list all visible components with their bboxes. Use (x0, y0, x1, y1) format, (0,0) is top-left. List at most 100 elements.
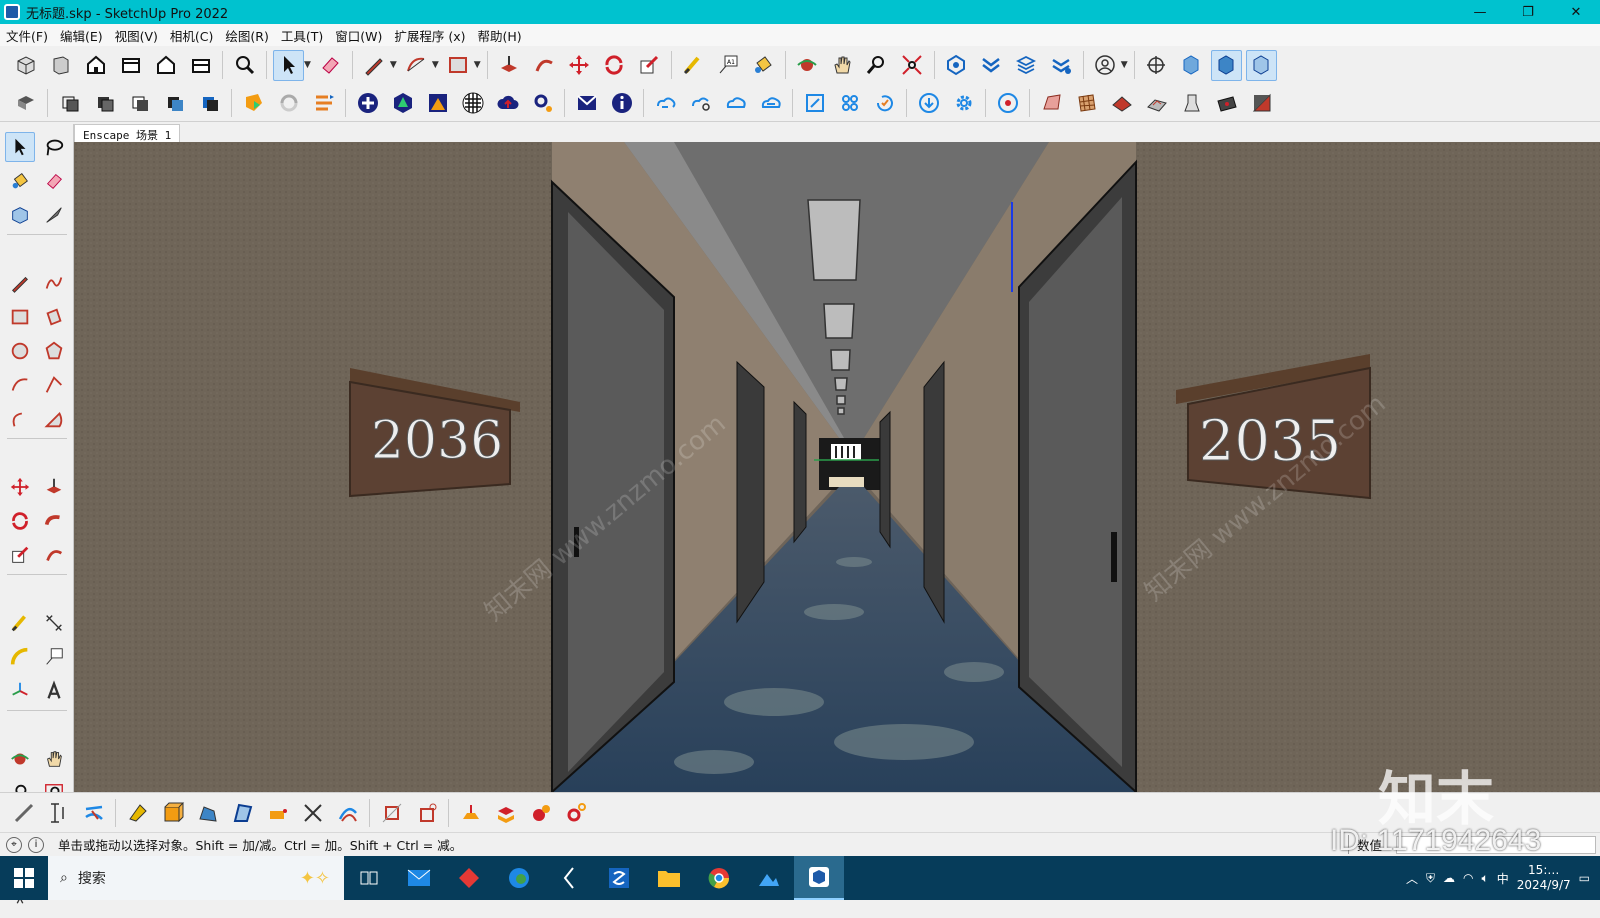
wifi-icon[interactable]: ◠ (1463, 871, 1473, 885)
scene-tab[interactable]: Enscape 场景 1 (74, 124, 181, 142)
enscape-sync-icon[interactable] (273, 87, 304, 118)
pie-icon[interactable] (39, 404, 69, 434)
menu-edit[interactable]: 编辑(E) (54, 26, 109, 45)
menu-window[interactable]: 窗口(W) (329, 26, 388, 45)
chevron-down-icon[interactable]: ▼ (1121, 60, 1128, 70)
orbit-icon[interactable] (5, 744, 35, 774)
terrain-mesh-icon[interactable] (1036, 87, 1067, 118)
menu-view[interactable]: 视图(V) (109, 26, 164, 45)
move-icon[interactable] (5, 472, 35, 502)
solar-north-icon[interactable] (8, 797, 39, 828)
tape-measure-icon[interactable] (678, 50, 709, 81)
cloud-sync-icon[interactable] (720, 87, 751, 118)
enscape-upload-icon[interactable] (492, 87, 523, 118)
box-icon[interactable] (157, 797, 188, 828)
orbit-icon[interactable] (792, 50, 823, 81)
make-component-icon[interactable] (5, 200, 35, 230)
chevron-down-icon[interactable]: ▼ (474, 60, 481, 70)
position-camera-icon[interactable] (1141, 50, 1172, 81)
vscode-app-icon[interactable] (544, 856, 594, 900)
sandbox-icon[interactable] (1106, 87, 1137, 118)
back-view-icon[interactable] (150, 50, 181, 81)
text-tool-icon[interactable] (39, 642, 69, 672)
info-icon[interactable]: i (28, 836, 44, 853)
windows-start-icon[interactable] (0, 856, 48, 900)
curve-icon[interactable] (332, 797, 363, 828)
section-plane-icon[interactable] (1176, 50, 1207, 81)
iso-view-icon[interactable] (10, 50, 41, 81)
menu-camera[interactable]: 相机(C) (164, 26, 219, 45)
cloud-search-icon[interactable] (685, 87, 716, 118)
three-point-arc-icon[interactable] (5, 404, 35, 434)
extension-manager-icon[interactable] (1046, 50, 1077, 81)
mail-app-icon[interactable] (394, 856, 444, 900)
follow-me-icon[interactable] (39, 506, 69, 536)
zoom-extents-icon[interactable] (229, 50, 260, 81)
layout-send-icon[interactable] (1011, 50, 1042, 81)
ime-indicator[interactable]: 中 (1497, 870, 1509, 887)
menu-draw[interactable]: 绘图(R) (219, 26, 274, 45)
smoove-icon[interactable] (1211, 87, 1242, 118)
menu-extensions[interactable]: 扩展程序 (x) (388, 26, 471, 45)
push-pull-icon[interactable] (39, 472, 69, 502)
stamp-icon[interactable] (1176, 87, 1207, 118)
style-xray-icon[interactable] (10, 87, 41, 118)
chevron-up-icon[interactable]: ︿ (1406, 870, 1418, 887)
extension-warehouse-icon[interactable] (976, 50, 1007, 81)
profile-icon[interactable] (227, 797, 258, 828)
select-tool-icon[interactable] (5, 132, 35, 162)
refresh-check-icon[interactable] (869, 87, 900, 118)
geo-location-icon[interactable]: ⌖ (6, 836, 22, 853)
style-shaded-icon[interactable] (124, 87, 155, 118)
cut-icon[interactable] (297, 797, 328, 828)
chrome-plugin-icon[interactable] (992, 87, 1023, 118)
3d-viewport[interactable]: 2036 2035 知末网 www.znzmo.com 知末网 www.znzm… (74, 142, 1600, 792)
sketchup-layout-icon[interactable] (594, 856, 644, 900)
style-wireframe-icon[interactable] (54, 87, 85, 118)
chevron-down-icon[interactable]: ▼ (432, 60, 439, 70)
enscape-asset-library-icon[interactable] (387, 87, 418, 118)
chevron-down-icon[interactable]: ▼ (390, 60, 397, 70)
circle-icon[interactable] (5, 336, 35, 366)
section-display-icon[interactable] (1210, 49, 1242, 81)
pan-hand-icon[interactable] (827, 50, 858, 81)
enscape-settings-icon[interactable] (527, 87, 558, 118)
eraser-icon[interactable] (39, 166, 69, 196)
offset-icon[interactable] (529, 50, 560, 81)
polygon-icon[interactable] (39, 336, 69, 366)
clock[interactable]: 15:… 2024/9/7 (1517, 863, 1571, 893)
rotate-icon[interactable] (5, 506, 35, 536)
follow-path-icon[interactable] (78, 797, 109, 828)
close-button[interactable]: ✕ (1552, 0, 1600, 24)
section-cut-icon[interactable] (1245, 49, 1277, 81)
puzzle-gear-icon[interactable] (525, 797, 556, 828)
arc-icon[interactable] (5, 370, 35, 400)
dimension-icon[interactable] (39, 608, 69, 638)
menu-file[interactable]: 文件(F) (0, 26, 54, 45)
enscape-about-icon[interactable] (606, 87, 637, 118)
front-view-icon[interactable] (80, 50, 111, 81)
offset-icon[interactable] (39, 540, 69, 570)
move-icon[interactable] (564, 50, 595, 81)
paint-bucket-icon[interactable] (5, 166, 35, 196)
two-point-arc-icon[interactable] (39, 370, 69, 400)
enscape-views-icon[interactable] (308, 87, 339, 118)
grid-mesh-icon[interactable] (1071, 87, 1102, 118)
rotated-rectangle-icon[interactable] (39, 302, 69, 332)
cloud-download-icon[interactable] (755, 87, 786, 118)
zoom-icon[interactable] (862, 50, 893, 81)
frame-select-icon[interactable] (799, 87, 830, 118)
stack-boxes-icon[interactable] (490, 797, 521, 828)
menu-help[interactable]: 帮助(H) (472, 26, 528, 45)
components-grid-icon[interactable] (834, 87, 865, 118)
push-pull-icon[interactable] (494, 50, 525, 81)
dimension-vertical-icon[interactable] (43, 797, 74, 828)
enscape-feedback-icon[interactable] (571, 87, 602, 118)
gear-icon[interactable] (560, 797, 591, 828)
enscape-add-icon[interactable] (352, 87, 383, 118)
rectangle-icon[interactable] (443, 50, 474, 81)
text-tool-icon[interactable]: A1 (713, 50, 744, 81)
left-view-icon[interactable] (185, 50, 216, 81)
rotate-icon[interactable] (599, 50, 630, 81)
enscape-objects-icon[interactable] (422, 87, 453, 118)
